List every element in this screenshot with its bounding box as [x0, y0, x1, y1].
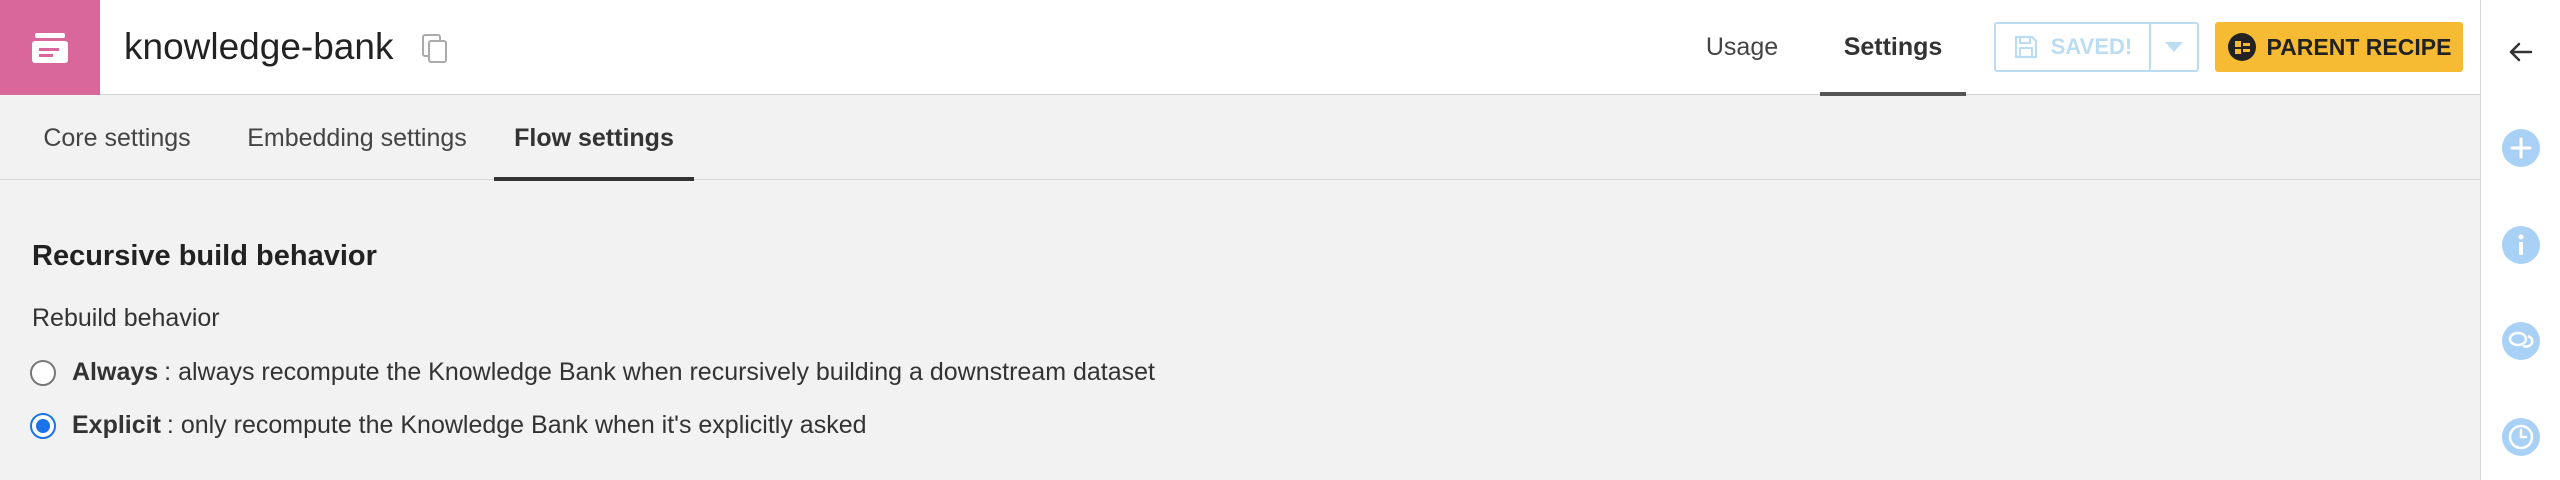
save-options-dropdown[interactable] — [2149, 22, 2199, 72]
tab-usage[interactable]: Usage — [1692, 0, 1792, 95]
floppy-disk-icon — [2014, 35, 2037, 59]
tab-core-settings[interactable]: Core settings — [30, 96, 204, 180]
page-title: knowledge-bank — [124, 26, 394, 67]
option-always-description: : always recompute the Knowledge Bank wh… — [164, 358, 1155, 386]
option-explicit-name: Explicit — [72, 411, 161, 439]
option-explicit-description: : only recompute the Knowledge Bank when… — [166, 411, 867, 439]
parent-recipe-button[interactable]: PARENT RECIPE — [2215, 22, 2463, 72]
settings-subtabs: Core settings Embedding settings Flow se… — [0, 96, 2480, 181]
section-title: Recursive build behavior — [32, 240, 377, 272]
option-explicit[interactable]: Explicit : only recompute the Knowledge … — [30, 411, 867, 440]
parent-recipe-label: PARENT RECIPE — [2266, 33, 2452, 60]
copy-icon[interactable] — [420, 32, 450, 64]
history-icon[interactable] — [2501, 417, 2541, 457]
back-arrow-icon[interactable] — [2501, 32, 2541, 72]
option-always[interactable]: Always : always recompute the Knowledge … — [30, 358, 1155, 387]
info-icon[interactable] — [2501, 225, 2541, 265]
knowledge-bank-icon — [0, 0, 100, 95]
right-rail — [2480, 0, 2560, 480]
chevron-down-icon — [2165, 42, 2183, 52]
tab-flow-settings[interactable]: Flow settings — [494, 96, 694, 181]
rebuild-behavior-label: Rebuild behavior — [32, 304, 220, 332]
option-always-name: Always — [72, 358, 159, 386]
add-icon[interactable] — [2501, 128, 2541, 168]
tab-settings[interactable]: Settings — [1820, 0, 1966, 96]
top-header: knowledge-bank Usage Settings SAVED! PAR… — [0, 0, 2480, 96]
radio-always[interactable] — [30, 359, 56, 386]
radio-explicit[interactable] — [30, 412, 56, 439]
discussion-icon[interactable] — [2501, 321, 2541, 361]
save-button-label: SAVED! — [2050, 34, 2133, 59]
recipe-icon — [2227, 33, 2256, 61]
save-button[interactable]: SAVED! — [1994, 22, 2149, 72]
tab-embedding-settings[interactable]: Embedding settings — [232, 96, 482, 180]
